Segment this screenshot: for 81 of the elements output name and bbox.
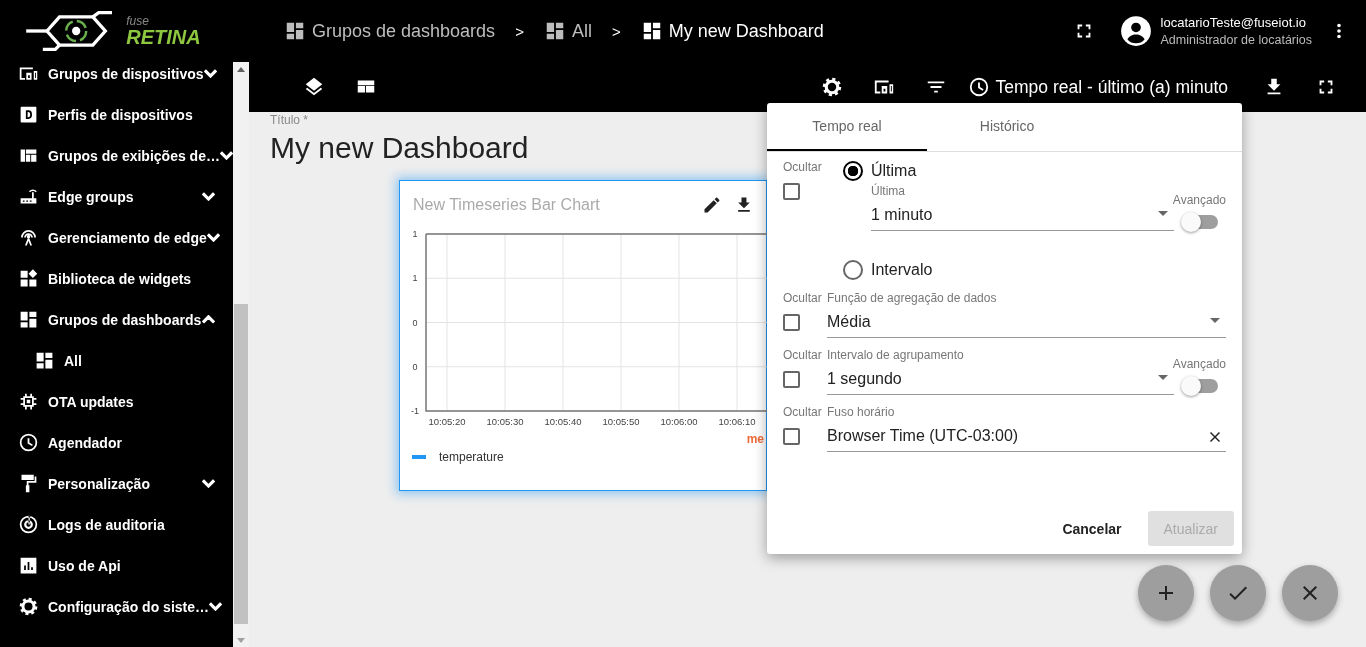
select-field[interactable]: Intervalo de agrupamento 1 segundo: [827, 348, 1174, 395]
axis-label: 0: [412, 361, 418, 372]
tab[interactable]: Histórico: [927, 103, 1087, 151]
settings-icon[interactable]: [820, 76, 843, 98]
axis-label: 10:05:20: [428, 416, 466, 427]
sidebar-item[interactable]: Logs de auditoria: [0, 504, 233, 545]
sidebar-item[interactable]: Biblioteca de widgets: [0, 258, 233, 299]
sidebar-item[interactable]: Gerenciamento de edge: [0, 217, 233, 258]
checkbox[interactable]: [783, 183, 800, 200]
axis-label: 10:05:30: [486, 416, 524, 427]
axis-label: -1: [411, 406, 419, 416]
hide-label: Ocultar: [783, 291, 823, 305]
widgets-icon: [18, 268, 39, 289]
breadcrumb-link[interactable]: All: [543, 20, 592, 42]
sidebar-item[interactable]: Personalização: [0, 463, 233, 504]
toggle-switch[interactable]: [1184, 215, 1218, 229]
breadcrumb-separator: >: [515, 22, 524, 40]
layers-icon[interactable]: [303, 76, 325, 98]
apply-button[interactable]: [1210, 565, 1266, 621]
breadcrumb-link[interactable]: Grupos de dashboards: [284, 20, 496, 42]
toggle-label: Avançado: [1172, 193, 1226, 207]
axis-label: 10:05:40: [544, 416, 582, 427]
checkbox[interactable]: [783, 428, 800, 445]
radio-option[interactable]: Intervalo: [843, 259, 1242, 281]
user-email: locatarioTeste@fuseiot.io: [1160, 15, 1307, 30]
hide-label: Ocultar: [783, 348, 823, 362]
breadcrumb-separator: >: [611, 22, 621, 40]
chip-icon: [18, 391, 39, 412]
clock-icon: [18, 432, 39, 453]
timewindow-button[interactable]: Tempo real - último (a) minuto: [961, 76, 1236, 98]
widget-title: New Timeseries Bar Chart: [413, 196, 601, 214]
axis-label: 0: [412, 317, 418, 328]
axis-label: 1: [412, 273, 418, 284]
clear-icon[interactable]: [1210, 432, 1220, 442]
badge-icon: [18, 104, 39, 125]
logo-subtitle: fuse: [126, 15, 150, 27]
sidebar-item[interactable]: OTA updates: [0, 381, 233, 422]
select-field[interactable]: Última 1 minuto: [871, 184, 1174, 231]
sidebar-item[interactable]: All: [0, 340, 233, 381]
hide-label: Ocultar: [783, 405, 823, 419]
dashboard-title[interactable]: My new Dashboard: [270, 131, 529, 165]
logo-title: RETINA: [126, 27, 201, 47]
sidebar-item[interactable]: Grupos de dispositivos: [0, 62, 233, 94]
sidebar-item[interactable]: Agendador: [0, 422, 233, 463]
select-field[interactable]: Função de agregação de dados Média: [827, 291, 1226, 338]
sidebar-item[interactable]: Perfis de dispositivos: [0, 94, 233, 135]
toggle-label: Avançado: [1172, 357, 1226, 371]
target-icon: [18, 514, 39, 535]
hide-label: Ocultar: [783, 160, 823, 174]
axis-label: 1: [412, 229, 418, 239]
sidebar-item[interactable]: Configuração do siste…: [0, 586, 233, 627]
sidebar-item[interactable]: Uso de Api: [0, 545, 233, 586]
legend-label: temperature: [439, 450, 504, 464]
sidebar-item[interactable]: Edge groups: [0, 176, 233, 217]
dashboard-icon: [34, 350, 55, 371]
bar-chart-icon: [18, 555, 39, 576]
toggle-switch[interactable]: [1184, 379, 1218, 393]
sidebar-item[interactable]: Grupos de dashboards: [0, 299, 233, 340]
breadcrumb-link[interactable]: My new Dashboard: [640, 20, 824, 42]
dialog-button[interactable]: Cancelar: [1046, 511, 1138, 546]
settings-icon: [18, 596, 39, 617]
radio-option[interactable]: Última: [843, 160, 1242, 182]
checkbox[interactable]: [783, 314, 800, 331]
clock-icon: [967, 76, 990, 98]
input-field[interactable]: Fuso horário Browser Time (UTC-03:00): [827, 405, 1226, 452]
axis-label: 10:06:00: [660, 416, 698, 427]
user-role: Administrador de locatários: [1160, 33, 1312, 47]
widget-card[interactable]: New Timeseries Bar Chart 1 1 0 0 -1 10:05:20 10:05:30 10:05:40 10:05:50 10:06:00 10:06:10 me temperature: [399, 180, 767, 491]
dashboard-icon: [284, 20, 306, 42]
field-label: Título *: [270, 113, 308, 127]
scrollbar[interactable]: [233, 62, 249, 647]
sidebar-item[interactable]: Grupos de exibições de…: [0, 135, 233, 176]
close-button[interactable]: [1282, 565, 1338, 621]
avatar-icon[interactable]: [1118, 14, 1153, 48]
antenna-icon: [18, 227, 39, 248]
checkbox[interactable]: [783, 371, 800, 388]
dashboard-icon: [18, 309, 39, 330]
chart-label: me: [746, 432, 764, 446]
tab[interactable]: Tempo real: [767, 103, 927, 151]
axis-label: 10:06:10: [718, 416, 756, 427]
axis-label: 10:05:50: [602, 416, 640, 427]
